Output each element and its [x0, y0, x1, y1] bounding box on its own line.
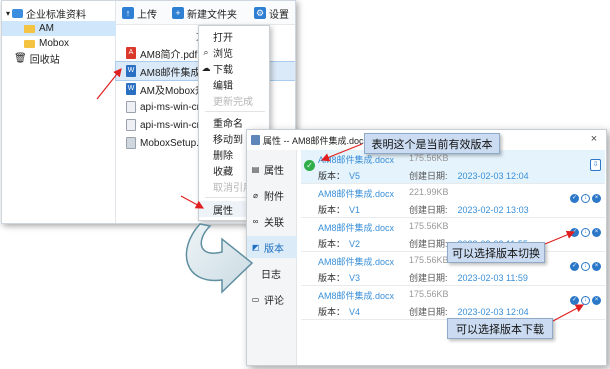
callout-current-version: 表明这个是当前有效版本	[364, 133, 500, 154]
callout-switch-version: 可以选择版本切换	[447, 242, 545, 263]
red-arrow-properties	[180, 195, 205, 209]
red-arrow-current	[320, 143, 363, 162]
curved-flow-arrow	[185, 223, 254, 294]
red-arrow-download	[552, 304, 585, 322]
callout-download-version: 可以选择版本下载	[447, 318, 553, 339]
annotation-arrows	[96, 68, 585, 322]
red-arrow-switch	[544, 230, 576, 245]
red-arrow-file	[96, 68, 122, 100]
